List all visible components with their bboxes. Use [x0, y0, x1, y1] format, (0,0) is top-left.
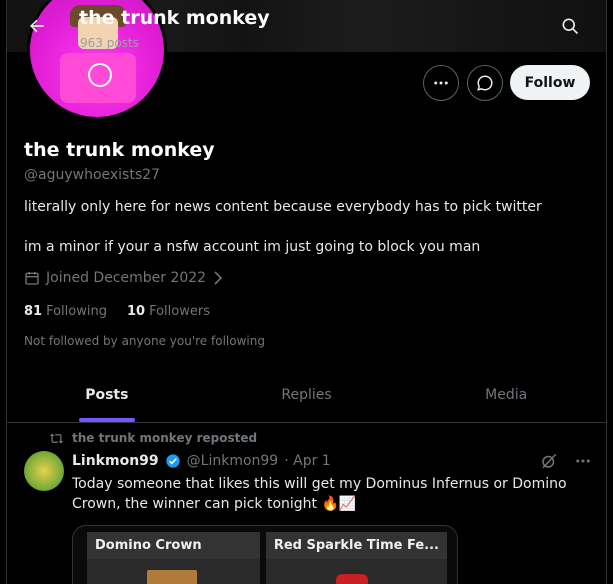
domino-crown-image [147, 570, 197, 584]
media-card[interactable]: Domino Crown [87, 532, 260, 584]
message-icon [477, 75, 493, 91]
repost-label[interactable]: the trunk monkey reposted [72, 431, 257, 445]
tweet-text: Today someone that likes this will get m… [72, 476, 567, 512]
profile-name: the trunk monkey [24, 139, 215, 161]
tab-media[interactable]: Media [406, 368, 606, 422]
tweet-tools [540, 452, 592, 470]
media-card[interactable]: Red Sparkle Time Fe... [265, 532, 447, 584]
following-count: 81 [24, 304, 43, 319]
media-card-title: Red Sparkle Time Fe... [265, 532, 447, 559]
red-sparkle-image [335, 574, 368, 584]
profile-bio-line1: literally only here for news content bec… [24, 199, 542, 215]
tweet-more-icon[interactable] [574, 452, 592, 470]
search-button[interactable] [554, 10, 586, 42]
follow-button[interactable]: Follow [510, 65, 590, 100]
followers-link[interactable]: 10 Followers [127, 304, 210, 319]
tweet-date[interactable]: · Apr 1 [284, 453, 330, 469]
followers-count: 10 [126, 304, 146, 319]
joined-label: Joined December 2022 [46, 270, 207, 286]
media-card-title: Domino Crown [87, 532, 260, 559]
avatar-logo [88, 63, 112, 87]
verified-icon [165, 454, 180, 468]
tweet-media[interactable]: Domino Crown Red Sparkle Time Fe... [72, 525, 458, 584]
more-button[interactable] [423, 65, 459, 101]
not-followed-note: Not followed by anyone you're following [24, 334, 265, 348]
tab-replies[interactable]: Replies [207, 368, 407, 422]
tweet-header: Linkmon99 @Linkmon99 · Apr 1 [72, 453, 331, 469]
tab-media-label: Media [485, 387, 528, 403]
more-icon [434, 81, 448, 85]
joined-date[interactable]: Joined December 2022 [24, 270, 224, 286]
follow-stats: 81 Following 10 Followers [24, 304, 210, 319]
profile-bio-line2: im a minor if your a nsfw account im jus… [24, 239, 481, 255]
repost-indicator: the trunk monkey reposted [49, 431, 257, 445]
repost-icon [49, 433, 64, 443]
active-tab-indicator [78, 418, 135, 422]
arrow-left-icon [30, 19, 44, 33]
tab-replies-label: Replies [281, 387, 332, 403]
search-icon [562, 18, 579, 35]
tab-posts-label: Posts [85, 387, 129, 403]
tweet-author-handle[interactable]: @Linkmon99 [187, 453, 279, 469]
profile-tabs: Posts Replies Media [7, 368, 606, 423]
profile-frame: the trunk monkey 963 posts Follow the tr… [6, 0, 607, 584]
message-button[interactable] [467, 65, 503, 101]
following-label: Following [46, 304, 107, 319]
tweet-author-name[interactable]: Linkmon99 [72, 453, 159, 469]
chevron-right-icon [214, 271, 223, 285]
header-title: the trunk monkey [79, 7, 270, 29]
following-link[interactable]: 81 Following [24, 304, 107, 319]
tweet-author-avatar[interactable] [24, 451, 64, 491]
calendar-icon [25, 272, 39, 285]
grok-icon[interactable] [540, 452, 558, 470]
back-button[interactable] [21, 10, 53, 42]
header-post-count: 963 posts [80, 36, 139, 50]
followers-label: Followers [149, 304, 210, 319]
profile-handle: @aguywhoexists27 [24, 167, 160, 183]
tab-posts[interactable]: Posts [7, 368, 207, 422]
